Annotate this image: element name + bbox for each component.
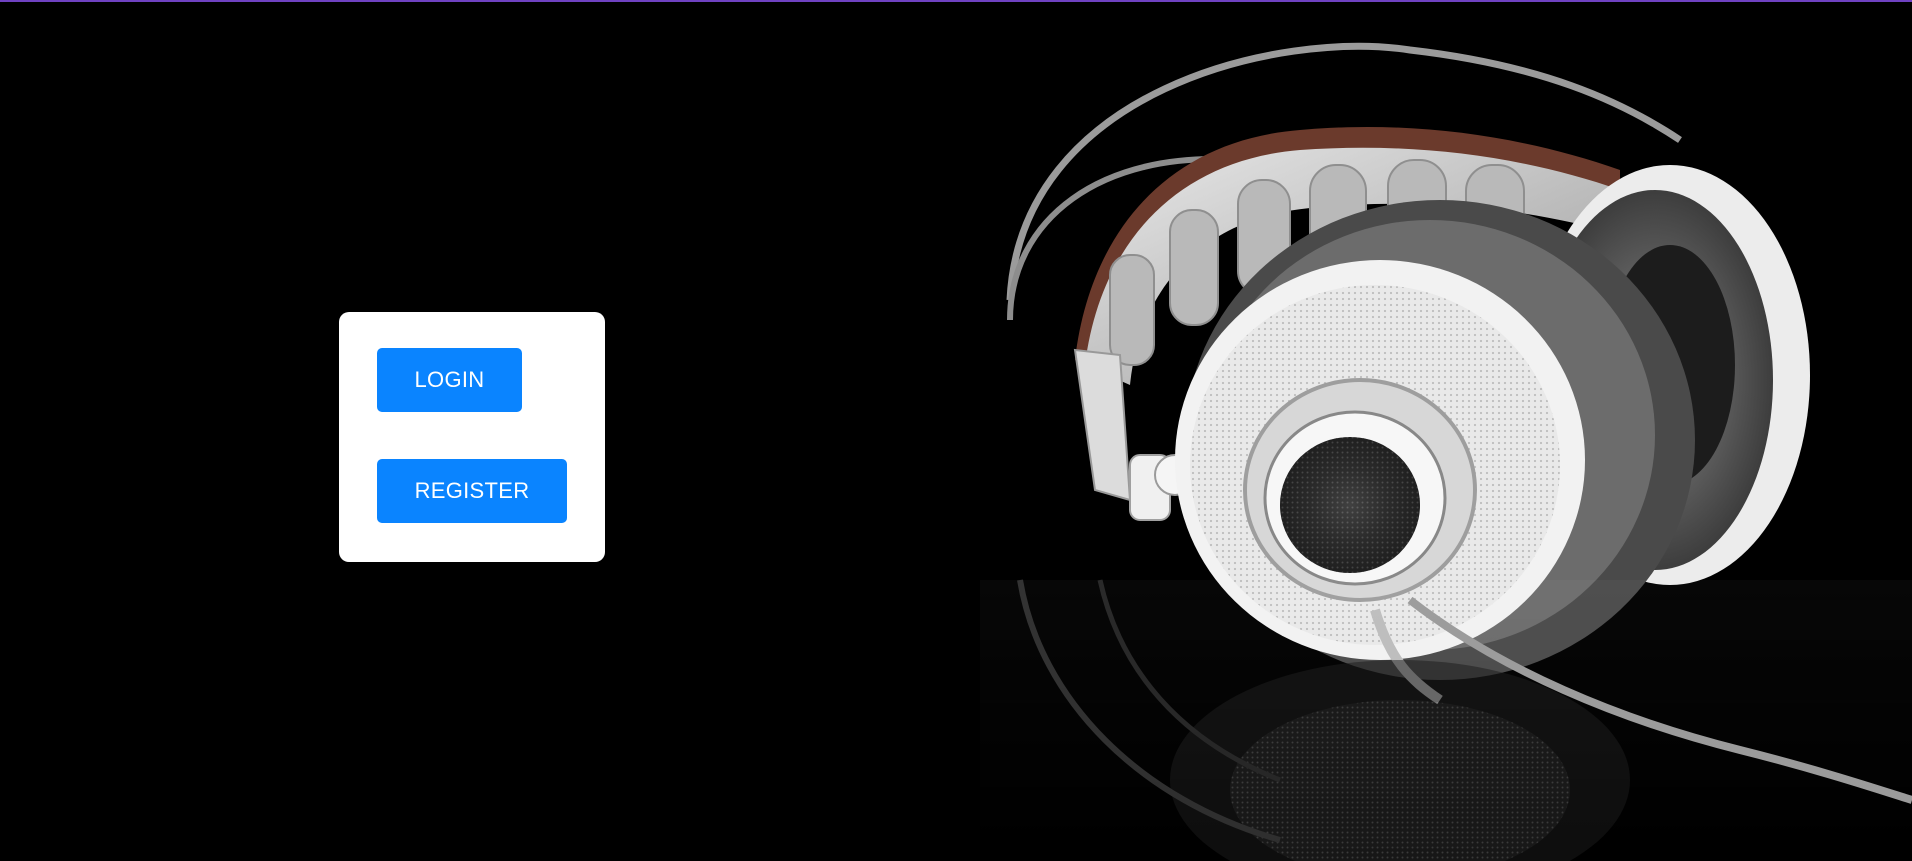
register-button[interactable]: REGISTER xyxy=(377,459,567,523)
top-accent-bar xyxy=(0,0,1912,2)
headphones-icon xyxy=(980,42,1912,861)
page-background: LOGIN REGISTER xyxy=(0,0,1912,861)
auth-card: LOGIN REGISTER xyxy=(339,312,605,562)
login-button[interactable]: LOGIN xyxy=(377,348,522,412)
